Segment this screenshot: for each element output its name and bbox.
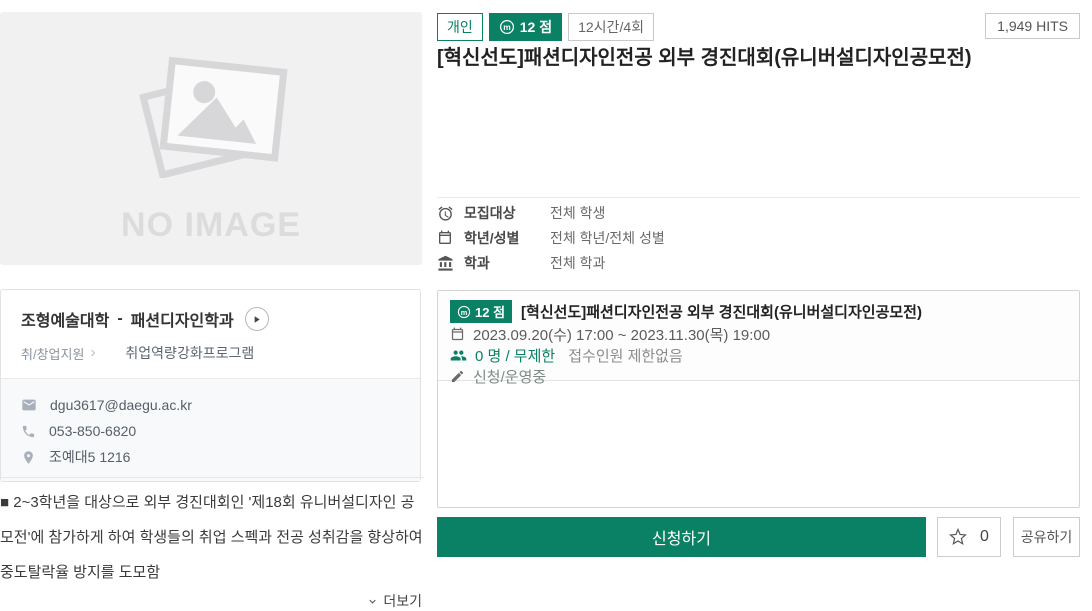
more-button[interactable]: 더보기 (0, 591, 424, 611)
play-triangle-icon (254, 315, 260, 323)
contact-row-location: 조예대5 1216 (21, 444, 400, 470)
session-points-label: 12 점 (475, 305, 506, 320)
favorite-count: 0 (980, 528, 989, 545)
circled-m-icon: m (457, 305, 471, 318)
session-capacity-note: 접수인원 제한없음 (568, 348, 683, 365)
college-name: 조형예술대학 (21, 313, 110, 330)
apply-button[interactable]: 신청하기 (437, 517, 926, 557)
badge-points: m 12 점 (488, 13, 563, 41)
pen-icon (451, 370, 464, 383)
chevron-down-icon (369, 599, 376, 604)
summary-label: 학년/성별 (464, 230, 520, 246)
summary-row-grade-gender: 학년/성별 전체 학년/전체 성별 (437, 228, 665, 248)
program-description: ■ 2~3학년을 대상으로 외부 경진대회인 '제18회 유니버설디자인 공모전… (0, 477, 424, 611)
contact-row-email: dgu3617@daegu.ac.kr (21, 392, 400, 418)
session-period-row: 2023.09.20(수) 17:00 ~ 2023.11.30(목) 19:0… (450, 324, 1067, 345)
bank-icon (438, 255, 453, 271)
chevron-right-icon (91, 349, 96, 357)
more-label: 더보기 (383, 593, 422, 609)
session-title: [혁신선도]패션디자인전공 외부 경진대회(유니버설디자인공모전) (521, 304, 922, 321)
summary-label: 모집대상 (464, 205, 516, 221)
share-button[interactable]: 공유하기 (1013, 517, 1080, 557)
map-pin-icon (24, 450, 33, 464)
alarm-clock-icon (438, 205, 453, 221)
svg-text:m: m (503, 22, 511, 32)
summary-label: 학과 (464, 255, 490, 271)
circled-m-icon: m (499, 19, 514, 35)
organizer-location: 조예대5 1216 (49, 449, 131, 465)
organizer-phone: 053-850-6820 (49, 423, 137, 439)
program-type: 취업역량강화프로그램 (125, 345, 255, 361)
svg-text:m: m (461, 307, 468, 316)
organizer-card: 조형예술대학 - 패션디자인학과 취/창업지원 취업역량강화프로그램 dgu36… (0, 289, 421, 482)
badge-personal: 개인 (437, 13, 483, 41)
session-capacity-row: 0 명 / 무제한 접수인원 제한없음 (450, 345, 1067, 366)
session-info: m 12 점 [혁신선도]패션디자인전공 외부 경진대회(유니버설디자인공모전)… (438, 291, 1079, 386)
session-card: m 12 점 [혁신선도]패션디자인전공 외부 경진대회(유니버설디자인공모전)… (437, 290, 1080, 508)
mail-icon (22, 399, 36, 411)
photo-placeholder-icon (139, 56, 288, 178)
calendar-icon (451, 327, 464, 341)
header-badges: 개인 m 12 점 12시간/4회 (437, 13, 654, 41)
phone-icon (22, 425, 35, 437)
session-status: 신청/운영중 (473, 369, 547, 386)
summary-row-department: 학과 전체 학과 (437, 253, 665, 273)
description-text: ■ 2~3학년을 대상으로 외부 경진대회인 '제18회 유니버설디자인 공모전… (0, 494, 423, 581)
session-period: 2023.09.20(수) 17:00 ~ 2023.11.30(목) 19:0… (473, 327, 771, 344)
summary-value: 전체 학생 (550, 205, 606, 221)
summary-row-target: 모집대상 전체 학생 (437, 203, 665, 223)
college-dept-separator: - (117, 310, 123, 327)
program-summary: 모집대상 전체 학생 학년/성별 전체 학년/전체 성별 학과 전체 학과 (437, 203, 665, 278)
session-capacity: 0 명 / 무제한 (475, 348, 556, 365)
organizer-contact: dgu3617@daegu.ac.kr 053-850-6820 조예대5 12… (1, 378, 420, 481)
badge-duration: 12시간/4회 (568, 13, 654, 41)
contact-row-phone: 053-850-6820 (21, 418, 400, 444)
category-path[interactable]: 취/창업지원 (21, 344, 84, 363)
session-status-row: 신청/운영중 (450, 366, 1067, 387)
calendar-icon (439, 230, 451, 244)
organizer-head: 조형예술대학 - 패션디자인학과 취/창업지원 취업역량강화프로그램 (1, 290, 420, 378)
program-thumbnail-placeholder: NO IMAGE (0, 12, 422, 265)
hits-badge: 1,949 HITS (985, 13, 1080, 39)
play-button[interactable] (244, 307, 269, 331)
star-icon (949, 528, 968, 545)
people-icon (450, 350, 467, 361)
badge-points-label: 12 점 (519, 19, 553, 35)
summary-value: 전체 학과 (550, 255, 606, 271)
no-image-label: NO IMAGE (121, 206, 301, 244)
session-points-badge: m 12 점 (450, 300, 513, 323)
favorite-button[interactable]: 0 (937, 517, 1001, 557)
summary-value: 전체 학년/전체 성별 (550, 230, 665, 246)
organizer-email: dgu3617@daegu.ac.kr (50, 397, 192, 413)
page-title: [혁신선도]패션디자인전공 외부 경진대회(유니버설디자인공모전) (437, 47, 972, 69)
section-divider (437, 197, 1080, 198)
department-name: 패션디자인학과 (130, 313, 234, 330)
